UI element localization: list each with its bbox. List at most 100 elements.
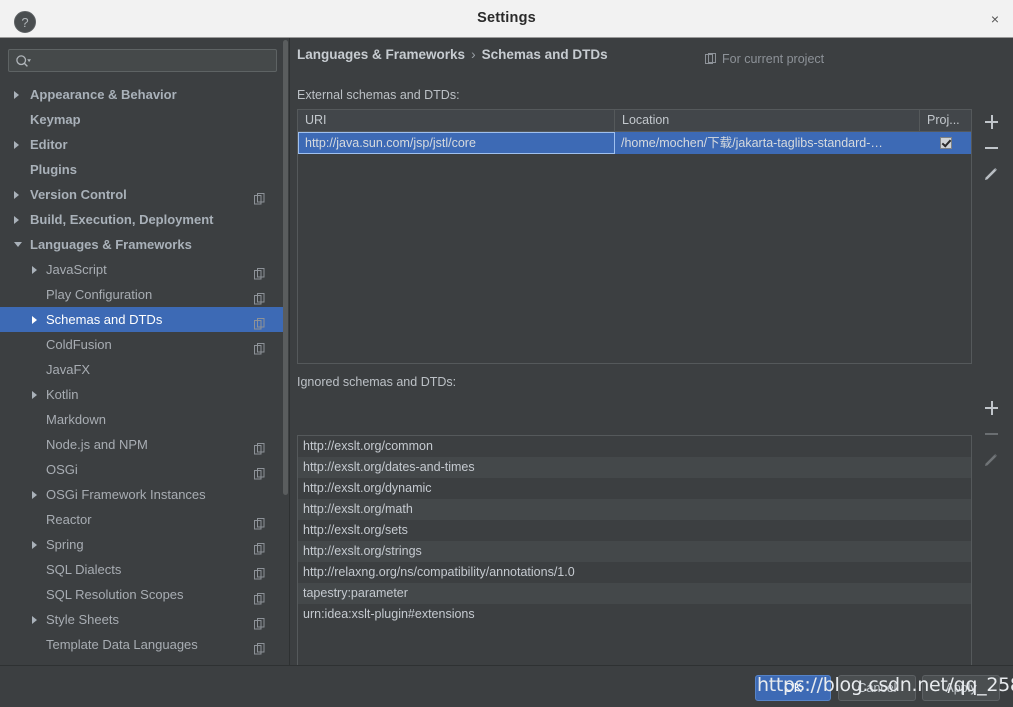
sidebar-item-plugins[interactable]: Plugins [0,157,284,182]
sidebar-item-version-control[interactable]: Version Control [0,182,284,207]
sidebar-item-label: OSGi Framework Instances [46,487,206,502]
sidebar-item-osgi[interactable]: OSGi [0,457,284,482]
sidebar-item-label: Version Control [30,187,127,202]
cell-location[interactable]: /home/mochen/下载/jakarta-taglibs-standard… [615,132,920,154]
edit-ignored-schema-button[interactable] [978,447,1004,473]
list-item[interactable]: http://exslt.org/strings [298,541,971,562]
sidebar-item-keymap[interactable]: Keymap [0,107,284,132]
sidebar-item-play-configuration[interactable]: Play Configuration [0,282,284,307]
list-item[interactable]: http://exslt.org/dynamic [298,478,971,499]
breadcrumb-current: Schemas and DTDs [481,47,608,62]
help-button[interactable]: ? [14,11,36,33]
sidebar-item-build-execution-deployment[interactable]: Build, Execution, Deployment [0,207,284,232]
sidebar-item-reactor[interactable]: Reactor [0,507,284,532]
column-header-location[interactable]: Location [615,110,920,131]
ignored-schemas-label: Ignored schemas and DTDs: [297,375,457,389]
chevron-down-icon[interactable] [14,242,22,247]
sidebar-item-schemas-and-dtds[interactable]: Schemas and DTDs [0,307,284,332]
chevron-right-icon[interactable] [14,141,19,149]
sidebar-item-javascript[interactable]: JavaScript [0,257,284,282]
sidebar-item-sql-dialects[interactable]: SQL Dialects [0,557,284,582]
project-scope-icon [254,613,266,630]
sidebar-item-markdown[interactable]: Markdown [0,407,284,432]
edit-external-schema-button[interactable] [978,161,1004,187]
sidebar-item-label: Languages & Frameworks [30,237,192,252]
sidebar-item-template-data-languages[interactable]: Template Data Languages [0,632,284,657]
cell-uri[interactable]: http://java.sun.com/jsp/jstl/core [298,132,615,154]
table-header-row: URI Location Proj... [298,110,971,132]
add-external-schema-button[interactable] [978,109,1004,135]
list-item[interactable]: http://relaxng.org/ns/compatibility/anno… [298,562,971,583]
sidebar-item-label: JavaScript [46,262,107,277]
sidebar-item-appearance-behavior[interactable]: Appearance & Behavior [0,82,284,107]
column-header-uri[interactable]: URI [298,110,615,131]
project-scope-icon [254,563,266,580]
sidebar-item-sql-resolution-scopes[interactable]: SQL Resolution Scopes [0,582,284,607]
sidebar-scrollbar[interactable] [283,40,288,495]
chevron-right-icon[interactable] [14,191,19,199]
list-item[interactable]: urn:idea:xslt-plugin#extensions [298,604,971,625]
breadcrumb-separator: › [471,47,476,62]
project-scope-icon [254,438,266,455]
list-item[interactable]: http://exslt.org/sets [298,520,971,541]
cancel-button[interactable]: Cancel [838,675,916,701]
sidebar-item-label: Schemas and DTDs [46,312,163,327]
sidebar-item-node-js-and-npm[interactable]: Node.js and NPM [0,432,284,457]
list-item[interactable]: http://exslt.org/common [298,436,971,457]
sidebar-item-kotlin[interactable]: Kotlin [0,382,284,407]
list-item[interactable]: http://exslt.org/math [298,499,971,520]
chevron-right-icon[interactable] [32,316,37,324]
sidebar-item-label: Appearance & Behavior [30,87,177,102]
list-item[interactable]: tapestry:parameter [298,583,971,604]
chevron-right-icon[interactable] [32,391,37,399]
sidebar-item-coldfusion[interactable]: ColdFusion [0,332,284,357]
project-scope-icon [254,463,266,480]
add-ignored-schema-button[interactable] [978,395,1004,421]
sidebar-item-label: Markdown [46,412,106,427]
column-header-project[interactable]: Proj... [920,110,971,131]
checkbox-checked-icon[interactable] [939,137,952,149]
settings-dialog: Settings × Appearance & Behavior Keymap Ed… [0,0,1013,707]
chevron-right-icon[interactable] [14,216,19,224]
project-scope-icon [254,638,266,655]
list-item[interactable]: http://exslt.org/dates-and-times [298,457,971,478]
project-scope-icon [254,338,266,355]
search-input[interactable] [35,50,275,73]
search-box[interactable] [8,49,277,73]
sidebar-item-javafx[interactable]: JavaFX [0,357,284,382]
breadcrumb-parent[interactable]: Languages & Frameworks [297,47,465,62]
sidebar-item-label: ColdFusion [46,337,112,352]
ok-button[interactable]: OK [755,675,831,701]
settings-tree[interactable]: Appearance & Behavior Keymap Editor Plugins… [0,82,284,665]
sidebar-item-label: Build, Execution, Deployment [30,212,214,227]
close-icon[interactable]: × [985,10,1005,28]
external-schemas-table[interactable]: URI Location Proj... http://java.sun.com… [297,109,972,364]
chevron-right-icon[interactable] [32,616,37,624]
chevron-right-icon[interactable] [14,91,19,99]
sidebar-item-languages-frameworks[interactable]: Languages & Frameworks [0,232,284,257]
project-scope-icon [254,313,266,330]
sidebar-item-osgi-framework-instances[interactable]: OSGi Framework Instances [0,482,284,507]
sidebar-item-spring[interactable]: Spring [0,532,284,557]
sidebar-item-label: Node.js and NPM [46,437,148,452]
table-row[interactable]: http://java.sun.com/jsp/jstl/core/home/m… [298,132,971,154]
sidebar-item-editor[interactable]: Editor [0,132,284,157]
sidebar-item-label: SQL Dialects [46,562,122,577]
ignored-schemas-list[interactable]: http://exslt.org/common http://exslt.org/… [297,435,972,696]
sidebar-item-label: Style Sheets [46,612,119,627]
for-current-project-label: For current project [705,52,824,68]
ignored-list-body: http://exslt.org/common http://exslt.org/… [298,436,971,625]
chevron-right-icon[interactable] [32,541,37,549]
remove-external-schema-button[interactable] [978,135,1004,161]
remove-ignored-schema-button[interactable] [978,421,1004,447]
project-scope-icon [254,188,266,205]
breadcrumb: Languages & Frameworks › Schemas and DTDs [297,47,608,62]
sidebar-item-label: Plugins [30,162,77,177]
chevron-right-icon[interactable] [32,266,37,274]
sidebar-item-label: Play Configuration [46,287,153,302]
chevron-right-icon[interactable] [32,491,37,499]
external-schemas-toolbar [978,109,1004,187]
apply-button[interactable]: Apply [922,675,1000,701]
cell-project-checkbox[interactable] [920,132,971,154]
sidebar-item-style-sheets[interactable]: Style Sheets [0,607,284,632]
